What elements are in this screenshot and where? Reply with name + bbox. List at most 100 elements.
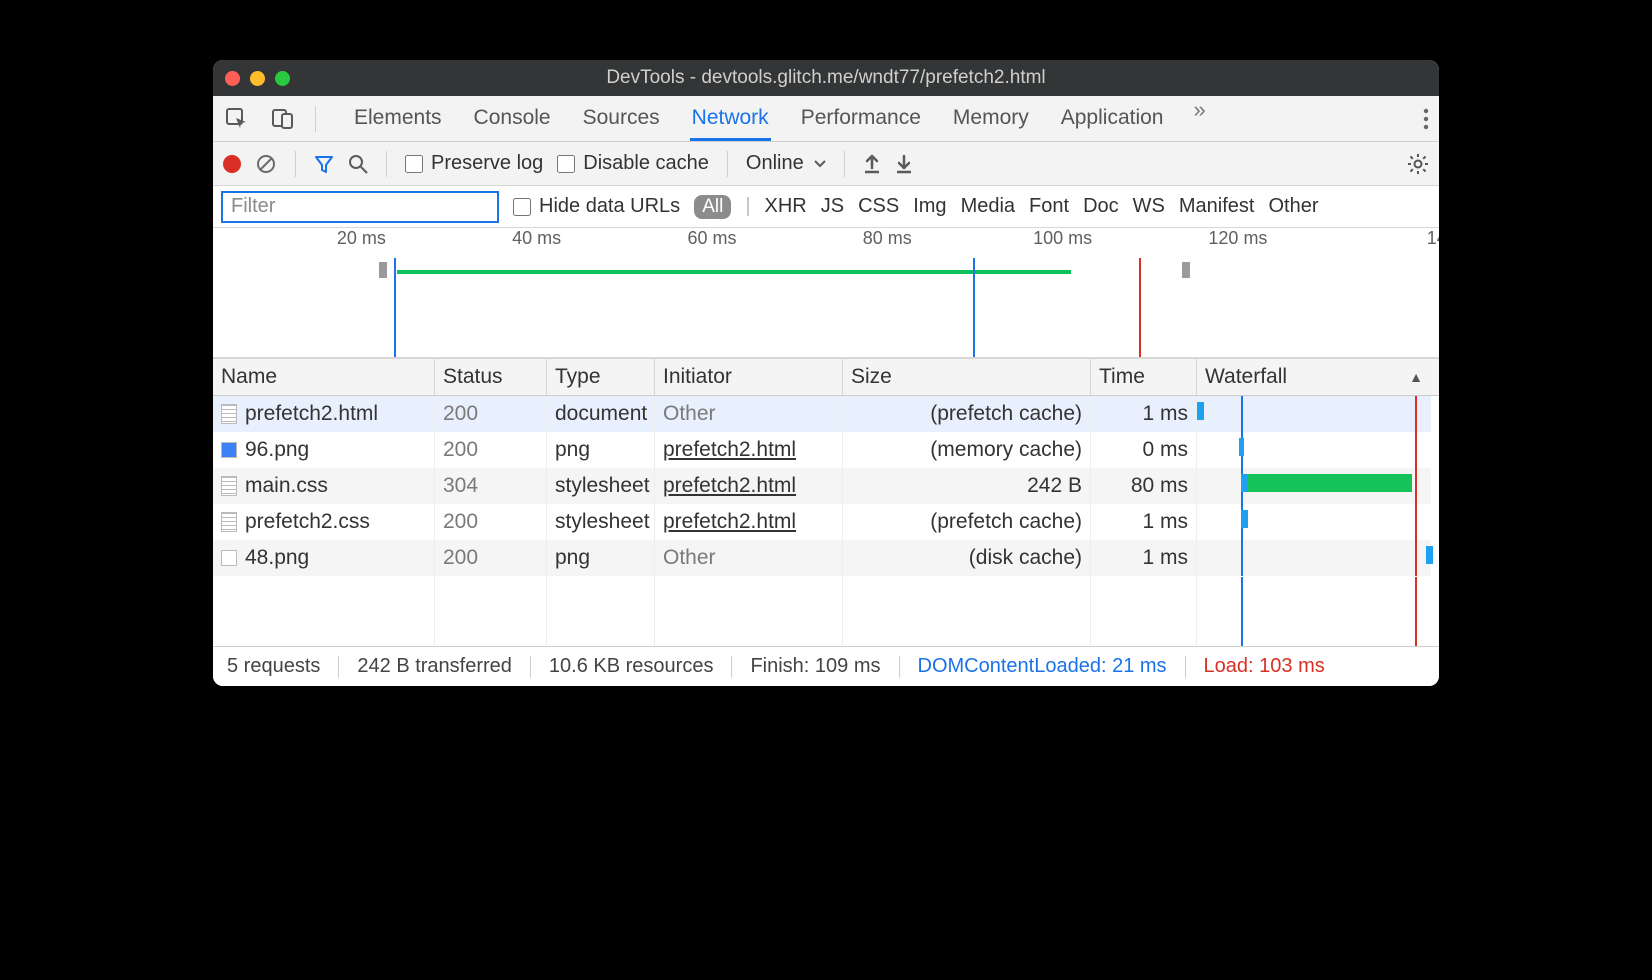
initiator-link[interactable]: prefetch2.html	[663, 438, 796, 462]
cell-time: 0 ms	[1091, 432, 1197, 468]
cell-size: (prefetch cache)	[843, 504, 1091, 540]
filter-other[interactable]: Other	[1268, 195, 1318, 218]
table-header: Name Status Type Initiator Size Time Wat…	[213, 359, 1439, 396]
file-icon	[221, 476, 237, 496]
cell-status: 304	[435, 468, 547, 504]
chevron-down-icon	[814, 160, 826, 168]
hide-data-urls-label: Hide data URLs	[539, 195, 680, 218]
tick-label: 20 ms	[337, 228, 386, 249]
cell-waterfall	[1197, 504, 1431, 540]
tick-label: 60 ms	[687, 228, 736, 249]
panel-tabs: Elements Console Sources Network Perform…	[352, 97, 1212, 141]
overview-load-marker	[1139, 258, 1141, 357]
filter-js[interactable]: JS	[821, 195, 844, 218]
col-status[interactable]: Status	[435, 359, 547, 395]
filter-bar: Hide data URLs All | XHR JS CSS Img Medi…	[213, 186, 1439, 228]
tick-label: 40 ms	[512, 228, 561, 249]
timeline-handle-left[interactable]	[379, 262, 387, 278]
status-resources: 10.6 KB resources	[549, 655, 714, 678]
cell-type: png	[547, 432, 655, 468]
filter-manifest[interactable]: Manifest	[1179, 195, 1255, 218]
cell-waterfall	[1197, 468, 1431, 504]
filter-ws[interactable]: WS	[1133, 195, 1165, 218]
record-icon[interactable]	[223, 155, 241, 173]
cell-size: (disk cache)	[843, 540, 1091, 576]
cell-time: 1 ms	[1091, 396, 1197, 432]
waterfall-segment	[1241, 510, 1248, 528]
file-icon	[221, 512, 237, 532]
filter-input[interactable]	[221, 191, 499, 223]
preserve-log-checkbox[interactable]: Preserve log	[405, 152, 543, 175]
status-bar: 5 requests 242 B transferred 10.6 KB res…	[213, 646, 1439, 686]
tab-elements[interactable]: Elements	[352, 97, 444, 141]
filter-img[interactable]: Img	[913, 195, 946, 218]
waterfall-segment	[1241, 474, 1248, 492]
filter-xhr[interactable]: XHR	[765, 195, 807, 218]
window-title: DevTools - devtools.glitch.me/wndt77/pre…	[213, 67, 1439, 89]
tab-network[interactable]: Network	[690, 97, 771, 141]
kebab-menu-icon[interactable]	[1423, 108, 1429, 130]
cell-status: 200	[435, 432, 547, 468]
filter-media[interactable]: Media	[961, 195, 1015, 218]
filter-doc[interactable]: Doc	[1083, 195, 1119, 218]
disable-cache-checkbox[interactable]: Disable cache	[557, 152, 709, 175]
cell-waterfall	[1197, 432, 1431, 468]
filter-css[interactable]: CSS	[858, 195, 899, 218]
devtools-window: DevTools - devtools.glitch.me/wndt77/pre…	[213, 60, 1439, 686]
overview-marker	[973, 258, 975, 357]
col-size[interactable]: Size	[843, 359, 1091, 395]
overview-bar	[397, 270, 1071, 274]
image-icon	[221, 550, 237, 566]
panel-tabbar: Elements Console Sources Network Perform…	[213, 96, 1439, 142]
gear-icon[interactable]	[1407, 153, 1429, 175]
cell-status: 200	[435, 504, 547, 540]
table-body: prefetch2.html 200 document Other (prefe…	[213, 396, 1439, 576]
timeline-handle-right[interactable]	[1182, 262, 1190, 278]
tick-label: 120 ms	[1208, 228, 1267, 249]
cell-waterfall	[1197, 396, 1431, 432]
upload-har-icon[interactable]	[863, 154, 881, 174]
more-tabs-icon[interactable]: »	[1193, 97, 1205, 141]
tab-application[interactable]: Application	[1059, 97, 1166, 141]
waterfall-segment	[1248, 474, 1412, 492]
inspect-icon[interactable]	[223, 105, 251, 133]
waterfall-segment	[1197, 402, 1204, 420]
filter-font[interactable]: Font	[1029, 195, 1069, 218]
filter-icon[interactable]	[314, 154, 334, 174]
col-type[interactable]: Type	[547, 359, 655, 395]
overview-dcl-marker	[394, 258, 396, 357]
waterfall-segment	[1426, 546, 1433, 564]
image-icon	[221, 442, 237, 458]
network-toolbar: Preserve log Disable cache Online	[213, 142, 1439, 186]
initiator-link[interactable]: prefetch2.html	[663, 510, 796, 534]
col-waterfall[interactable]: Waterfall▲	[1197, 359, 1431, 395]
network-table: Name Status Type Initiator Size Time Wat…	[213, 358, 1439, 646]
initiator-link[interactable]: prefetch2.html	[663, 474, 796, 498]
tab-console[interactable]: Console	[472, 97, 553, 141]
device-toggle-icon[interactable]	[269, 105, 297, 133]
search-icon[interactable]	[348, 154, 368, 174]
cell-name: 96.png	[213, 432, 435, 468]
tick-label: 80 ms	[863, 228, 912, 249]
cell-name: prefetch2.css	[213, 504, 435, 540]
cell-initiator: prefetch2.html	[655, 504, 843, 540]
col-name[interactable]: Name	[213, 359, 435, 395]
cell-initiator: Other	[655, 396, 843, 432]
table-spacer	[213, 576, 1439, 646]
throttling-select[interactable]: Online	[746, 152, 826, 175]
tab-sources[interactable]: Sources	[581, 97, 662, 141]
cell-size: (prefetch cache)	[843, 396, 1091, 432]
initiator-text: Other	[663, 402, 716, 426]
cell-status: 200	[435, 396, 547, 432]
download-har-icon[interactable]	[895, 154, 913, 174]
col-initiator[interactable]: Initiator	[655, 359, 843, 395]
hide-data-urls-checkbox[interactable]: Hide data URLs	[513, 195, 680, 218]
clear-icon[interactable]	[255, 153, 277, 175]
timeline-overview[interactable]: 20 ms 40 ms 60 ms 80 ms 100 ms 120 ms 14	[213, 228, 1439, 358]
tab-performance[interactable]: Performance	[799, 97, 923, 141]
cell-initiator: prefetch2.html	[655, 432, 843, 468]
filter-all[interactable]: All	[694, 195, 731, 219]
cell-type: stylesheet	[547, 504, 655, 540]
tab-memory[interactable]: Memory	[951, 97, 1031, 141]
col-time[interactable]: Time	[1091, 359, 1197, 395]
